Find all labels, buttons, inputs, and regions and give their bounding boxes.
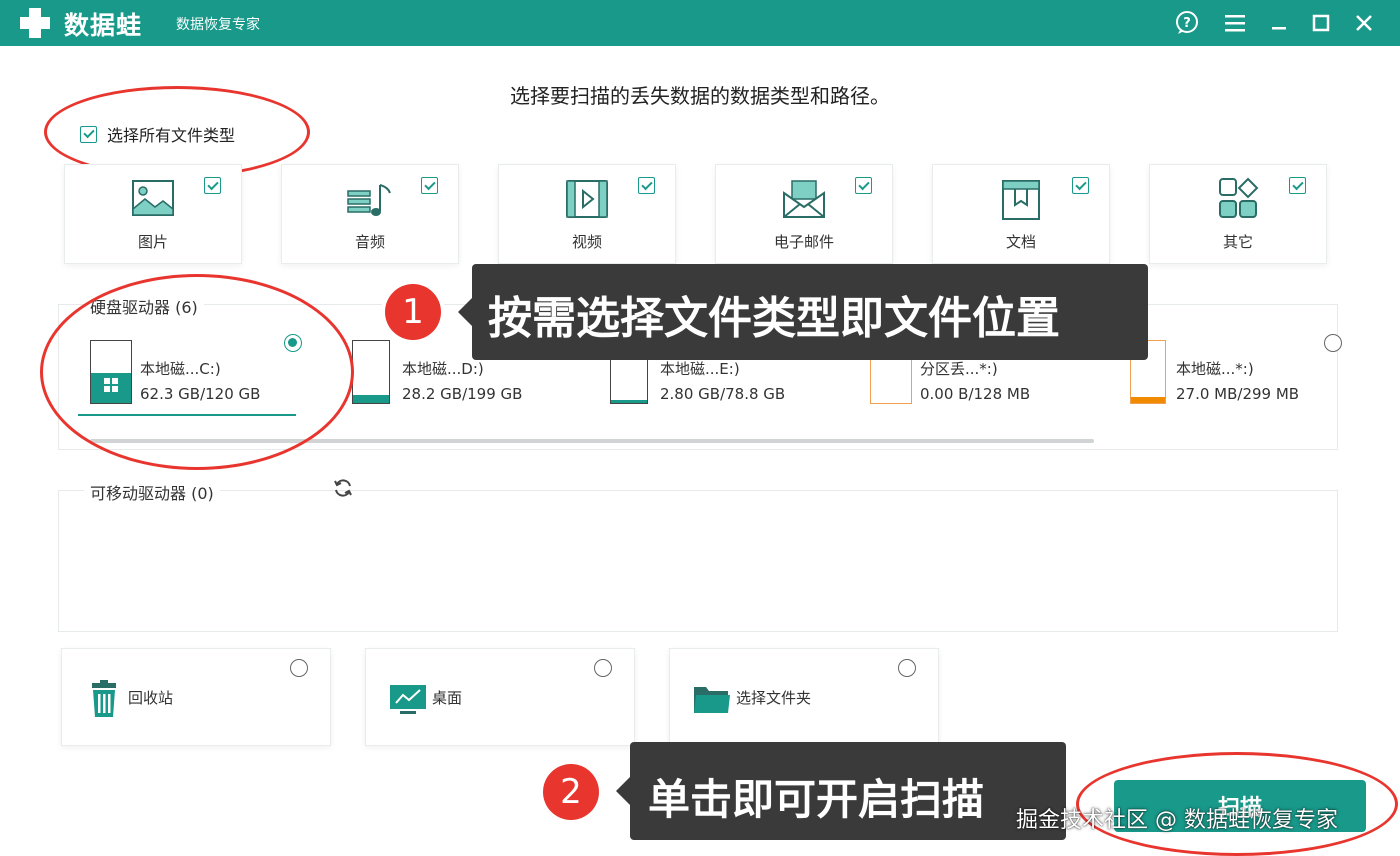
maximize-icon [1312,14,1330,32]
music-icon [347,184,391,216]
annotation-text: 单击即可开启扫描 [648,775,985,824]
drive-radio[interactable] [1324,334,1342,352]
checkbox-icon [204,177,221,194]
checkbox-icon [638,177,655,194]
location-radio[interactable] [898,659,916,677]
type-label: 音频 [354,233,385,251]
video-icon [566,180,608,218]
drive-name: 本地磁...D:) [402,360,484,378]
annotation-callout: 按需选择文件类型即文件位置 [472,264,1148,360]
type-card-other[interactable]: 其它 [1149,164,1327,264]
desktop-icon [390,685,426,714]
minimize-button[interactable] [1265,9,1293,37]
step-badge: 1 [385,284,441,340]
type-card-images[interactable]: 图片 [64,164,242,264]
help-button[interactable]: ? [1173,9,1201,37]
checkbox-icon [421,177,438,194]
annotation-circle [40,274,354,470]
drive-name: 本地磁...*:) [1176,360,1254,378]
image-icon [132,180,174,216]
type-label: 其它 [1222,233,1253,251]
maximize-button[interactable] [1307,9,1335,37]
location-radio[interactable] [290,659,308,677]
close-button[interactable] [1350,9,1378,37]
drive-size: 28.2 GB/199 GB [402,385,523,403]
type-card-documents[interactable]: 文档 [932,164,1110,264]
annotation-text: 按需选择文件类型即文件位置 [488,293,1060,344]
location-label: 选择文件夹 [736,689,812,707]
menu-icon [1225,15,1245,32]
drive-size: 27.0 MB/299 MB [1176,385,1300,403]
type-label: 文档 [1005,233,1036,251]
removable-drives-panel [58,490,1338,632]
menu-button[interactable] [1221,9,1249,37]
drive-name: 本地磁...E:) [660,360,740,378]
checkbox-icon [1072,177,1089,194]
title-bar: 数据蛙 数据恢复专家 ? [0,0,1400,46]
trash-icon [92,680,116,717]
type-label: 电子邮件 [773,233,834,251]
location-desktop[interactable]: 桌面 [365,648,635,746]
checkbox-icon [1289,177,1306,194]
type-card-video[interactable]: 视频 [498,164,676,264]
annotation-callout: 单击即可开启扫描 [630,742,1066,840]
removable-drives-label: 可移动驱动器 (0) [84,480,220,504]
drive-name: 分区丢...*:) [920,360,998,378]
close-icon [1356,15,1372,31]
app-name: 数据蛙 [64,11,143,40]
drive-size: 0.00 B/128 MB [920,385,1031,403]
type-card-audio[interactable]: 音频 [281,164,459,264]
type-label: 图片 [137,233,168,251]
other-icon [1219,177,1259,218]
type-label: 视频 [571,233,602,251]
refresh-icon[interactable] [331,476,355,500]
app-subtitle: 数据恢复专家 [176,17,260,33]
watermark: 掘金技术社区 @ 数据蛙恢复专家 [1016,808,1338,833]
location-label: 桌面 [432,689,463,707]
svg-text:?: ? [1183,16,1191,31]
checkbox-icon [855,177,872,194]
step-badge: 2 [543,764,599,820]
minimize-icon [1272,27,1286,30]
location-recycle-bin[interactable]: 回收站 [61,648,331,746]
location-radio[interactable] [594,659,612,677]
app-window: 数据蛙 数据恢复专家 ? 选择要扫描的丢失数据的数据类型和路径。 选择所有文件类… [0,0,1400,856]
drive-icon [352,340,390,404]
drive-size: 2.80 GB/78.8 GB [660,385,786,403]
location-label: 回收站 [128,689,174,707]
type-card-email[interactable]: 电子邮件 [715,164,893,264]
location-select-folder[interactable]: 选择文件夹 [669,648,939,746]
app-logo-icon [20,8,50,38]
document-icon [1002,180,1040,220]
mail-icon [783,180,825,218]
help-icon: ? [1176,11,1198,34]
folder-icon [694,687,730,713]
